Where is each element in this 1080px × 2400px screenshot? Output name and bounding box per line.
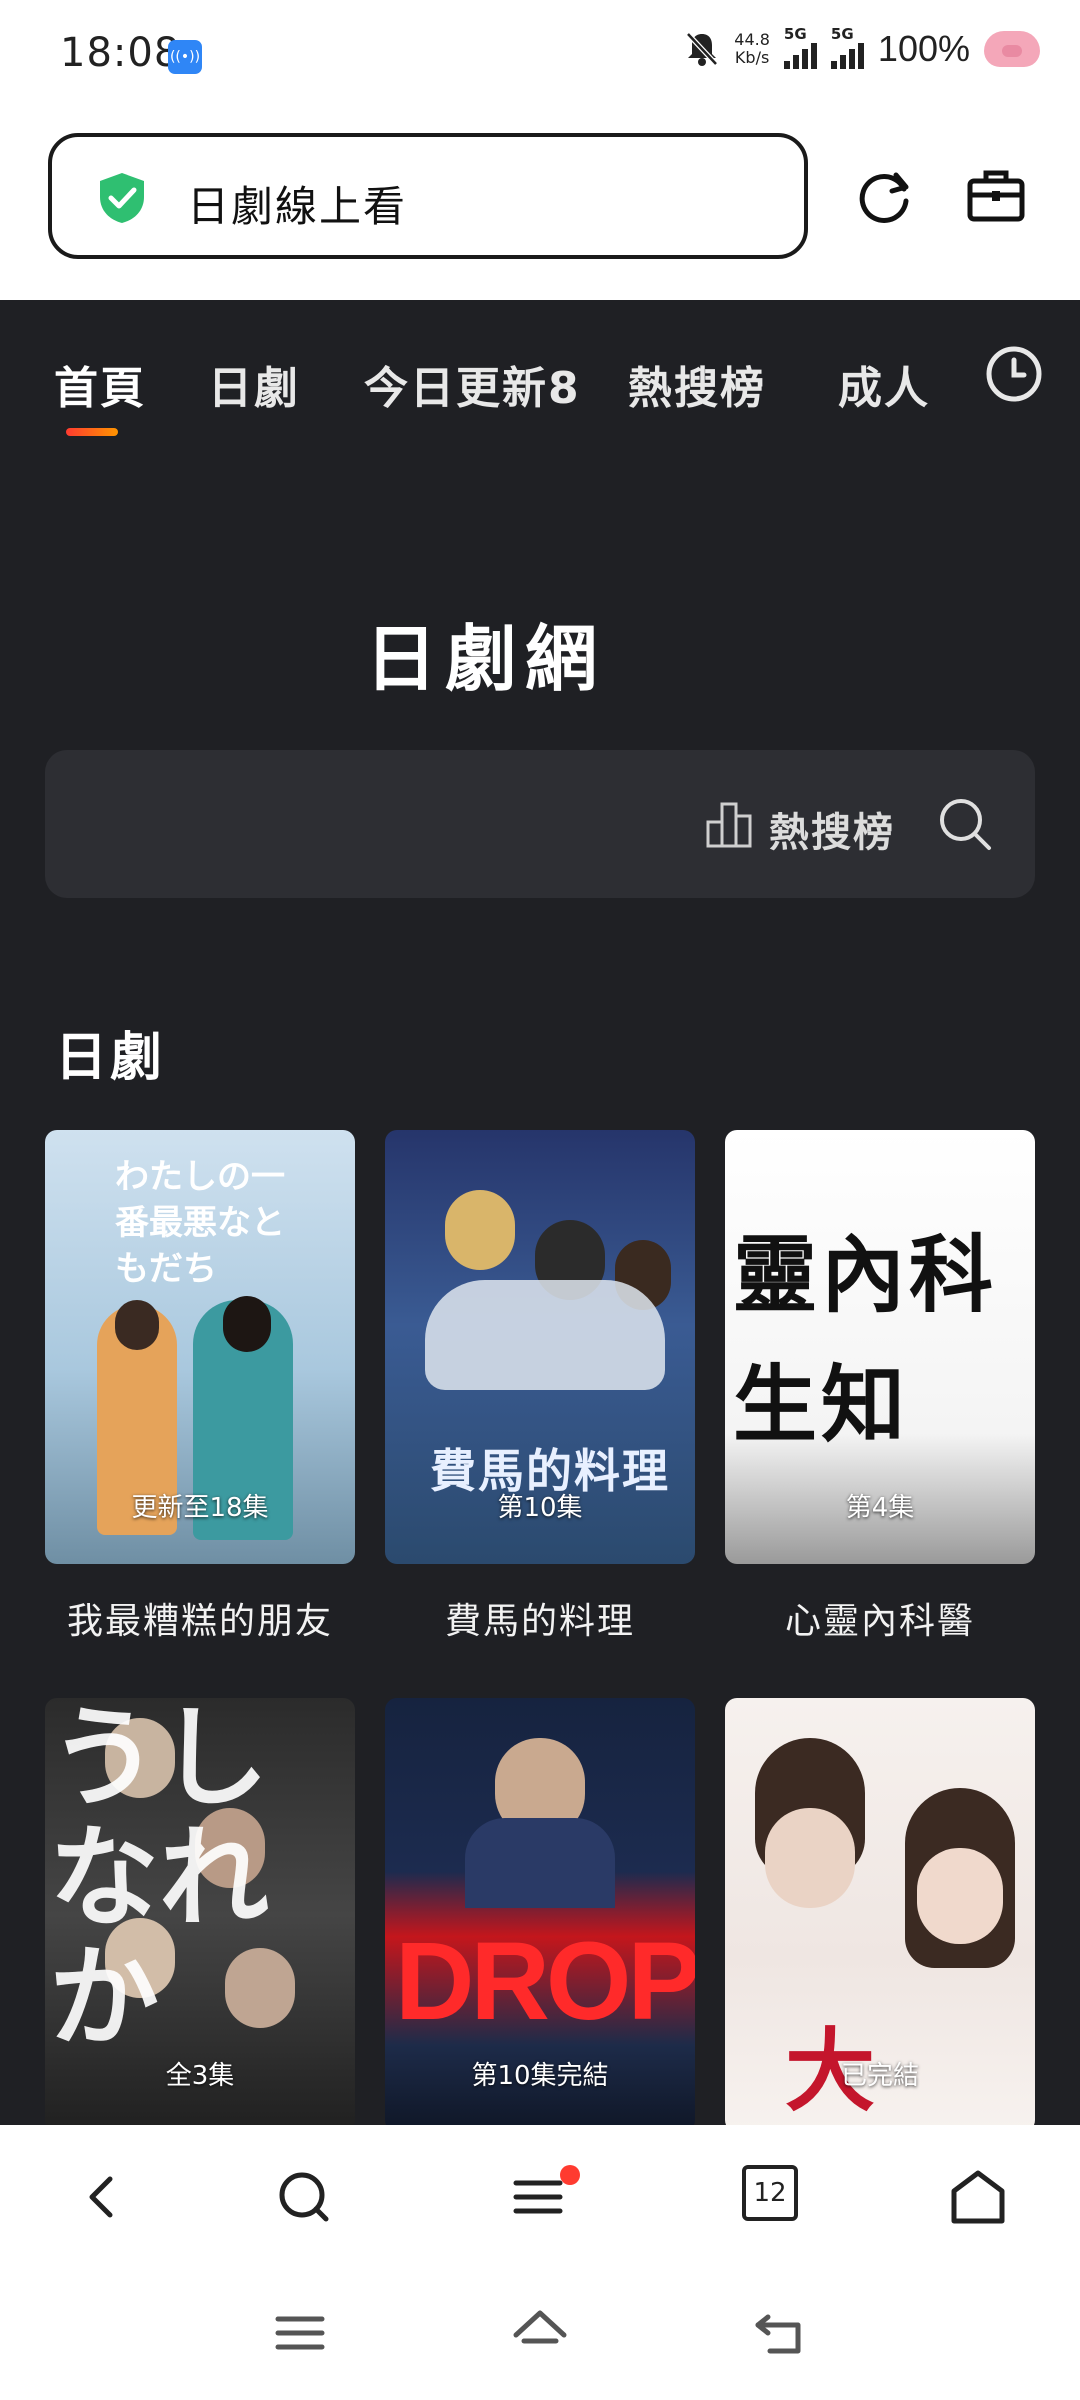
drama-card[interactable]: 費馬的料理 第10集 費馬的料理 bbox=[385, 1130, 695, 1644]
address-bar[interactable]: 日劇線上看 bbox=[48, 133, 808, 259]
site-title: 日劇網 bbox=[364, 617, 605, 701]
search-icon[interactable] bbox=[937, 796, 993, 852]
browser-bottom-bar: 12 bbox=[0, 2125, 1080, 2275]
drama-poster: 靈內科 生知 第4集 bbox=[725, 1130, 1035, 1564]
drama-poster: うしなれか 全3集 bbox=[45, 1698, 355, 2125]
system-navigation-bar bbox=[0, 2275, 1080, 2400]
tabs-count-icon[interactable]: 12 bbox=[742, 2165, 798, 2221]
refresh-icon[interactable] bbox=[856, 167, 916, 227]
episode-label: 全3集 bbox=[165, 2061, 235, 2091]
ranking-bars-icon bbox=[706, 802, 752, 848]
toolbox-icon[interactable] bbox=[966, 165, 1026, 225]
notification-dot bbox=[560, 2165, 580, 2185]
home-icon[interactable] bbox=[946, 2165, 1010, 2229]
mute-bell-icon bbox=[686, 32, 719, 66]
episode-label: 第4集 bbox=[845, 1493, 915, 1523]
tab-today-updates[interactable]: 今日更新8 bbox=[364, 352, 581, 416]
back-icon[interactable] bbox=[70, 2165, 134, 2229]
drama-poster: 費馬的料理 第10集 bbox=[385, 1130, 695, 1564]
search-bar[interactable]: 熱搜榜 bbox=[45, 750, 1035, 898]
hotspot-icon: ((•)) bbox=[168, 40, 202, 74]
status-time: 18:08 bbox=[60, 30, 181, 76]
episode-label: 第10集 bbox=[497, 1493, 583, 1523]
category-tabs: 首頁 日劇 今日更新8 熱搜榜 成人 bbox=[0, 300, 1080, 450]
net-speed: 44.8 Kb/s bbox=[734, 30, 770, 67]
tab-hot-rank[interactable]: 熱搜榜 bbox=[628, 352, 766, 416]
system-home-icon[interactable] bbox=[510, 2305, 570, 2361]
drama-card[interactable]: DROP 第10集完結 bbox=[385, 1698, 695, 2125]
battery-level: 100% bbox=[877, 28, 970, 69]
tab-home[interactable]: 首頁 bbox=[54, 352, 146, 416]
browser-toolbar: 日劇線上看 bbox=[0, 115, 1080, 300]
active-tab-indicator bbox=[66, 428, 118, 436]
drama-card[interactable]: うしなれか 全3集 bbox=[45, 1698, 355, 2125]
signal-1-icon: 5G bbox=[783, 25, 817, 69]
signal-2-icon: 5G bbox=[830, 25, 864, 69]
drama-title: 我最糟糕的朋友 bbox=[66, 1601, 333, 1642]
section-title: 日劇 bbox=[55, 1028, 166, 1088]
drama-poster: わたしの一番最悪なともだち 更新至18集 bbox=[45, 1130, 355, 1564]
drama-title: 費馬的料理 bbox=[444, 1601, 635, 1642]
hot-rank-link[interactable]: 熱搜榜 bbox=[769, 800, 895, 858]
address-text: 日劇線上看 bbox=[187, 182, 408, 231]
drama-card[interactable]: わたしの一番最悪なともだち 更新至18集 我最糟糕的朋友 bbox=[45, 1130, 355, 1644]
status-bar: 18:08 ((•)) 44.8 Kb/s 5G 5G 100% bbox=[0, 0, 1080, 115]
web-content: 首頁 日劇 今日更新8 熱搜榜 成人 日劇網 熱搜榜 日劇 わたしの一番最悪なと… bbox=[0, 300, 1080, 2125]
pig-avatar-icon bbox=[984, 31, 1040, 67]
drama-poster: DROP 第10集完結 bbox=[385, 1698, 695, 2125]
tab-adult[interactable]: 成人 bbox=[838, 352, 930, 416]
recents-icon[interactable] bbox=[270, 2305, 330, 2361]
history-clock-icon[interactable] bbox=[984, 344, 1044, 404]
drama-title: 心靈內科醫 bbox=[784, 1601, 975, 1642]
episode-label: 已完結 bbox=[840, 2061, 919, 2091]
episode-label: 第10集完結 bbox=[471, 2061, 609, 2091]
system-back-icon[interactable] bbox=[750, 2305, 810, 2361]
search-icon[interactable] bbox=[272, 2165, 336, 2229]
tab-japanese-drama[interactable]: 日劇 bbox=[208, 352, 300, 416]
drama-card[interactable]: 靈內科 生知 第4集 心靈內科醫 bbox=[725, 1130, 1035, 1644]
security-shield-icon bbox=[100, 173, 144, 223]
drama-card[interactable]: 大 夫 已完結 bbox=[725, 1698, 1035, 2125]
drama-poster: 大 夫 已完結 bbox=[725, 1698, 1035, 2125]
status-icons: 44.8 Kb/s 5G 5G 100% bbox=[684, 25, 1040, 70]
episode-label: 更新至18集 bbox=[131, 1493, 269, 1523]
